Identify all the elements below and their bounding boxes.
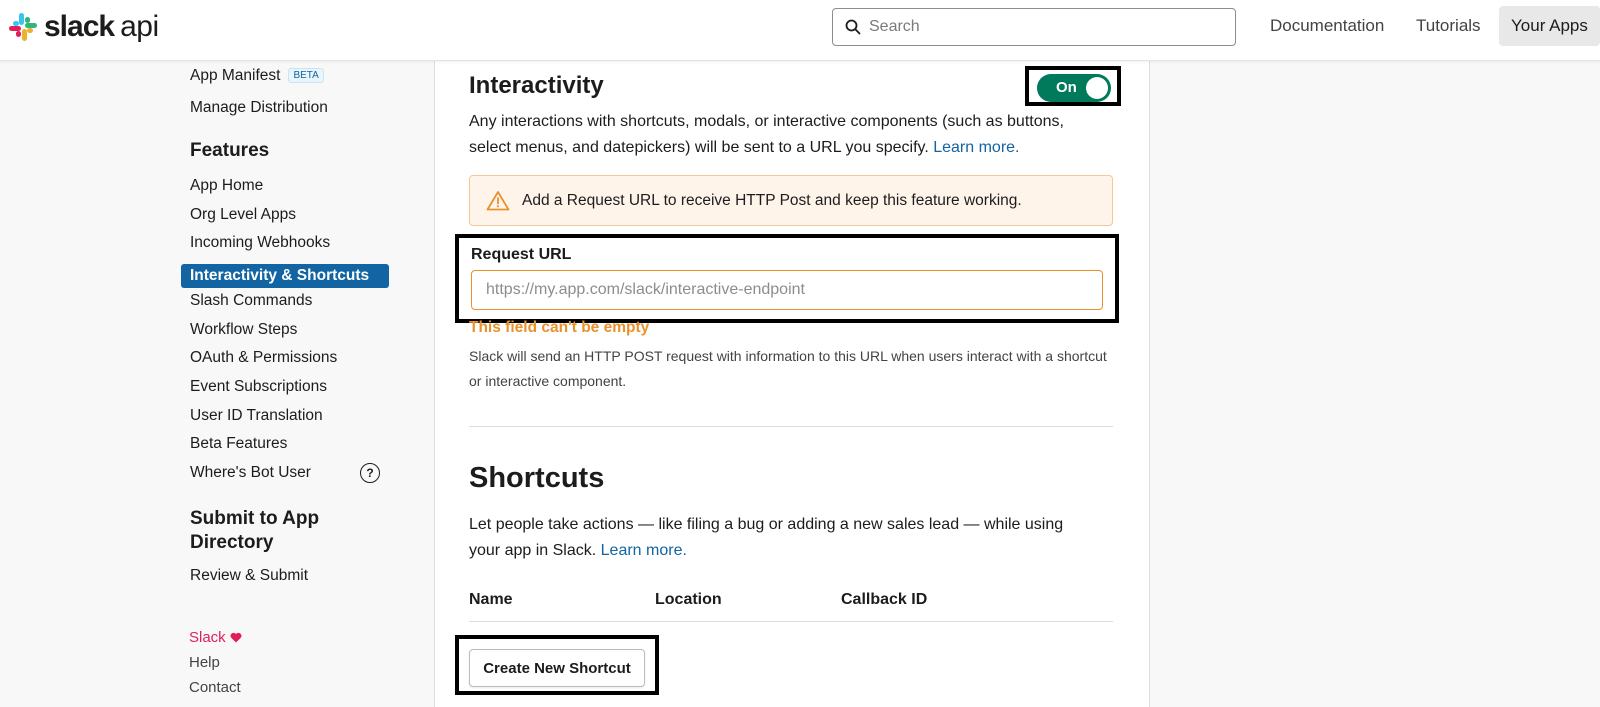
search-icon [845,19,861,35]
submit-heading: Submit to App Directory [190,507,319,555]
sidebar-item-incoming-webhooks[interactable]: Incoming Webhooks [190,234,330,252]
top-header: slack api Documentation Tutorials Your A… [0,0,1600,61]
interactivity-title: Interactivity [469,72,604,99]
section-divider [469,426,1113,427]
create-new-shortcut-button[interactable]: Create New Shortcut [469,649,645,687]
sidebar-item-beta-features[interactable]: Beta Features [190,435,287,453]
request-url-error: This field can't be empty [469,319,650,336]
shortcuts-title: Shortcuts [469,462,605,494]
footer-slack-label: Slack [189,629,226,646]
shortcuts-learn-more-link[interactable]: Learn more. [601,542,687,559]
sidebar-item-label: App Manifest [190,67,281,84]
request-url-label: Request URL [471,246,572,263]
beta-badge: BETA [288,68,324,83]
heart-icon [230,632,242,643]
nav-your-apps-link[interactable]: Your Apps [1511,16,1588,36]
slack-logo-icon [9,13,37,41]
shortcuts-description-text: Let people take actions — like filing a … [469,516,1064,559]
column-header-callback-id: Callback ID [841,591,928,608]
sidebar-item-workflow-steps[interactable]: Workflow Steps [190,321,297,339]
toggle-label: On [1056,79,1077,96]
shortcuts-table-header: Name Location Callback ID [469,591,1113,622]
sidebar-item-wheres-bot-user[interactable]: Where's Bot User [190,464,311,482]
features-heading: Features [190,140,270,161]
column-header-location: Location [655,591,722,608]
submit-heading-line1: Submit to App [190,508,320,529]
request-url-hint: Slack will send an HTTP POST request wit… [469,348,1107,389]
toggle-knob [1086,77,1108,99]
warning-text: Add a Request URL to receive HTTP Post a… [522,191,1022,209]
slack-api-logo[interactable]: slack api [8,10,159,44]
submit-heading-line2: Directory [190,532,274,553]
interactivity-toggle-highlight: On [1025,66,1121,106]
sidebar-item-app-manifest[interactable]: App Manifest BETA [190,67,324,85]
logo-wordmark: slack [44,10,115,43]
warning-banner: Add a Request URL to receive HTTP Post a… [469,175,1113,226]
sidebar-item-org-level-apps[interactable]: Org Level Apps [190,206,296,224]
request-url-input[interactable] [471,270,1103,310]
interactivity-toggle[interactable]: On [1037,74,1111,102]
interactivity-description: Any interactions with shortcuts, modals,… [469,109,1099,160]
sidebar-item-interactivity-shortcuts[interactable]: Interactivity & Shortcuts [181,264,389,288]
nav-documentation-link[interactable]: Documentation [1270,16,1384,36]
request-url-highlight: Request URL [455,234,1119,323]
sidebar-item-manage-distribution[interactable]: Manage Distribution [190,99,328,117]
sidebar-item-oauth-permissions[interactable]: OAuth & Permissions [190,349,337,367]
interactivity-learn-more-link[interactable]: Learn more. [933,139,1019,156]
nav-documentation[interactable]: Documentation [1270,6,1384,46]
sidebar-item-review-submit[interactable]: Review & Submit [190,567,308,585]
footer-help-link[interactable]: Help [189,654,220,671]
shortcuts-description: Let people take actions — like filing a … [469,512,1089,563]
search-input[interactable] [867,17,1211,37]
main-panel: Interactivity On Any interactions with s… [435,60,1150,707]
search-box[interactable] [832,8,1236,46]
sidebar-item-app-home[interactable]: App Home [190,177,263,195]
footer-contact-link[interactable]: Contact [189,679,241,696]
create-shortcut-highlight: Create New Shortcut [455,635,659,695]
logo-suffix: api [120,10,159,43]
sidebar-item-slash-commands[interactable]: Slash Commands [190,292,312,310]
nav-your-apps[interactable]: Your Apps [1499,6,1600,46]
sidebar-item-event-subscriptions[interactable]: Event Subscriptions [190,378,327,396]
help-circle-icon[interactable]: ? [360,463,380,483]
footer-slack-link[interactable]: Slack [189,629,242,646]
nav-tutorials[interactable]: Tutorials [1416,6,1481,46]
nav-tutorials-link[interactable]: Tutorials [1416,16,1481,36]
sidebar-item-user-id-translation[interactable]: User ID Translation [190,407,323,425]
sidebar: App Manifest BETA Manage Distribution Fea… [0,60,435,707]
column-header-name: Name [469,591,513,608]
warning-icon [486,191,510,211]
